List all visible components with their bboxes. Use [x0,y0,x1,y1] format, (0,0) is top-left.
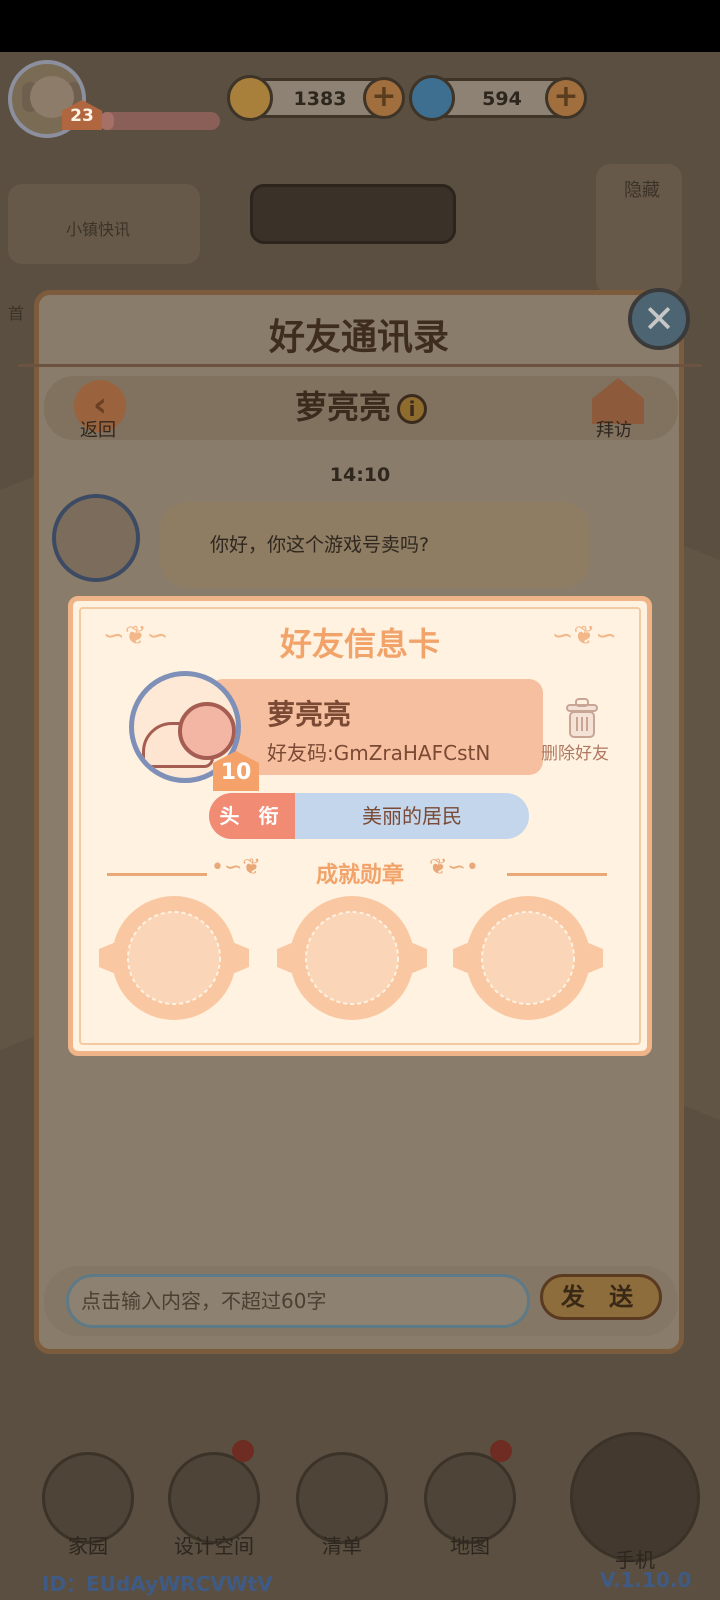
exp-bar [100,112,220,130]
status-bar [0,0,720,52]
achievement-medal-slot[interactable] [453,891,603,1025]
chat-input-bar: 点击输入内容，不超过60字 发 送 [44,1266,678,1336]
card-title: 好友信息卡 [279,625,440,663]
phone-button[interactable] [570,1432,700,1562]
visit-label[interactable]: 拜访 [596,416,632,442]
achievement-medal-slot[interactable] [277,891,427,1025]
coin-counter: 1383 + [227,75,405,121]
nav-map-label: 地图 [450,1534,490,1558]
notification-dot [490,1440,512,1462]
delete-friend-label[interactable]: 删除好友 [541,739,609,764]
nav-design-label: 设计空间 [174,1534,254,1558]
notification-dot [232,1440,254,1462]
chat-header: ‹ 返回 萝亮亮 i 拜访 [44,376,678,442]
friend-name: 萝亮亮 [267,698,352,731]
friend-info-card: ∽❦∽ ∽❦∽ 好友信息卡 萝亮亮 好友码:GmZraHAFCstN 10 删除… [68,596,652,1056]
player-id: ID：EUdAyWRCVWtV [42,1572,273,1596]
gem-counter: 594 + [409,75,587,121]
nav-list-label: 清单 [322,1534,362,1558]
chat-contact-name-text: 萝亮亮 [294,388,391,426]
friend-code: 好友码:GmZraHAFCstN [267,741,491,765]
snail-shell-icon [178,702,236,760]
exp-fill [100,112,115,130]
version-label: V.1.10.0 [600,1568,692,1592]
title-divider [18,364,702,367]
achievement-divider-right [507,873,607,876]
message-input[interactable]: 点击输入内容，不超过60字 [66,1274,530,1328]
chat-contact-name: 萝亮亮 i [44,382,678,428]
add-coins-button[interactable]: + [363,77,405,119]
add-gems-button[interactable]: + [545,77,587,119]
message-bubble: 你好，你这个游戏号卖吗? [160,502,590,588]
contacts-title-bar: 好友通讯录 [49,305,669,369]
coin-icon [227,75,273,121]
gem-value: 594 [482,88,522,110]
sender-avatar[interactable] [52,494,140,582]
first-label: 首 [8,304,25,323]
message-timestamp: 14:10 [329,464,391,486]
title-row: 头 衔 美丽的居民 [209,793,529,839]
bg-banner [250,184,456,244]
achievement-medal-slot[interactable] [99,891,249,1025]
close-button[interactable]: ✕ [628,288,690,350]
hide-label: 隐藏 [624,180,660,201]
name-box: 萝亮亮 好友码:GmZraHAFCstN [209,679,543,775]
trash-icon[interactable] [563,697,601,739]
title-tag: 头 衔 [209,793,295,839]
news-label: 小镇快讯 [66,220,131,239]
info-icon[interactable]: i [397,394,427,424]
coin-value: 1383 [293,88,347,110]
nav-home-label: 家园 [68,1534,108,1558]
message-text: 你好，你这个游戏号卖吗? [210,534,430,556]
decor-swirl-achievement-right: ❦∽• [429,855,479,880]
swirl-gem-icon [409,75,455,121]
send-button[interactable]: 发 送 [540,1274,662,1320]
contacts-title: 好友通讯录 [268,317,449,358]
title-value: 美丽的居民 [362,804,462,828]
